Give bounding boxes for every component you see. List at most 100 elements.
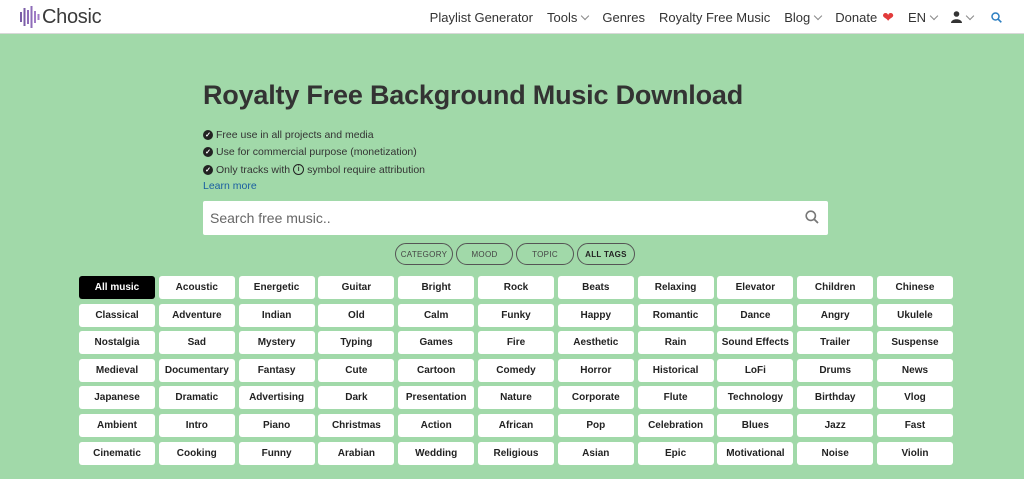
search-button[interactable] xyxy=(805,210,819,229)
filter-mood[interactable]: MOOD xyxy=(456,243,513,265)
tag-rain[interactable]: Rain xyxy=(637,331,714,355)
tag-cute[interactable]: Cute xyxy=(318,358,395,382)
tag-beats[interactable]: Beats xyxy=(557,276,634,299)
tag-ukulele[interactable]: Ukulele xyxy=(876,303,953,327)
tag-mystery[interactable]: Mystery xyxy=(238,331,315,355)
tag-acoustic[interactable]: Acoustic xyxy=(158,276,235,299)
feature-item: ✓ Use for commercial purpose (monetizati… xyxy=(203,144,425,162)
nav-blog[interactable]: Blog xyxy=(784,10,823,25)
tag-technology[interactable]: Technology xyxy=(717,386,794,410)
tag-lofi[interactable]: LoFi xyxy=(717,358,794,382)
tag-piano[interactable]: Piano xyxy=(238,413,315,437)
tag-motivational[interactable]: Motivational xyxy=(717,441,794,465)
tag-angry[interactable]: Angry xyxy=(797,303,874,327)
language-selector[interactable]: EN xyxy=(908,10,939,25)
tag-news[interactable]: News xyxy=(876,358,953,382)
tag-historical[interactable]: Historical xyxy=(637,358,714,382)
tag-fire[interactable]: Fire xyxy=(477,331,554,355)
tag-happy[interactable]: Happy xyxy=(557,303,634,327)
tag-corporate[interactable]: Corporate xyxy=(557,386,634,410)
tag-aesthetic[interactable]: Aesthetic xyxy=(557,331,634,355)
tag-pop[interactable]: Pop xyxy=(557,413,634,437)
tag-dark[interactable]: Dark xyxy=(318,386,395,410)
nav-donate[interactable]: Donate ❤ xyxy=(835,10,894,25)
nav-item-label: Royalty Free Music xyxy=(659,9,771,25)
tag-classical[interactable]: Classical xyxy=(79,303,155,327)
chosic-logo[interactable]: Chosic xyxy=(20,4,102,30)
tag-african[interactable]: African xyxy=(477,413,554,437)
tag-bright[interactable]: Bright xyxy=(398,276,475,299)
tag-dance[interactable]: Dance xyxy=(717,303,794,327)
nav-genres[interactable]: Genres xyxy=(602,10,645,25)
tag-old[interactable]: Old xyxy=(318,303,395,327)
tag-indian[interactable]: Indian xyxy=(238,303,315,327)
tag-flute[interactable]: Flute xyxy=(637,386,714,410)
filter-topic[interactable]: TOPIC xyxy=(516,243,574,265)
tag-intro[interactable]: Intro xyxy=(158,413,235,437)
tag-chinese[interactable]: Chinese xyxy=(876,276,953,299)
tag-japanese[interactable]: Japanese xyxy=(79,386,155,410)
tag-energetic[interactable]: Energetic xyxy=(238,276,315,299)
tag-all-music[interactable]: All music xyxy=(79,276,155,299)
tag-cooking[interactable]: Cooking xyxy=(158,441,235,465)
tag-grid: All music Acoustic Energetic Guitar Bright Ro… xyxy=(79,276,954,465)
tag-typing[interactable]: Typing xyxy=(318,331,395,355)
tag-romantic[interactable]: Romantic xyxy=(637,303,714,327)
nav-tools[interactable]: Tools xyxy=(547,10,590,25)
tag-trailer[interactable]: Trailer xyxy=(797,331,874,355)
tag-epic[interactable]: Epic xyxy=(637,441,714,465)
tag-violin[interactable]: Violin xyxy=(876,441,953,465)
tag-wedding[interactable]: Wedding xyxy=(398,441,475,465)
tag-games[interactable]: Games xyxy=(398,331,475,355)
tag-fast[interactable]: Fast xyxy=(876,413,953,437)
tag-sound-effects[interactable]: Sound Effects xyxy=(717,331,794,355)
tag-presentation[interactable]: Presentation xyxy=(398,386,475,410)
tag-horror[interactable]: Horror xyxy=(557,358,634,382)
nav-playlist-generator[interactable]: Playlist Generator xyxy=(430,10,533,25)
tag-noise[interactable]: Noise xyxy=(797,441,874,465)
tag-comedy[interactable]: Comedy xyxy=(477,358,554,382)
tag-action[interactable]: Action xyxy=(398,413,475,437)
filter-category[interactable]: CATEGORY xyxy=(395,243,453,265)
tag-sad[interactable]: Sad xyxy=(158,331,235,355)
filter-all-tags[interactable]: ALL TAGS xyxy=(577,243,635,265)
search-icon xyxy=(805,210,819,224)
tag-documentary[interactable]: Documentary xyxy=(158,358,235,382)
learn-more-link[interactable]: Learn more xyxy=(203,180,257,192)
tag-rock[interactable]: Rock xyxy=(477,276,554,299)
tag-elevator[interactable]: Elevator xyxy=(717,276,794,299)
tag-jazz[interactable]: Jazz xyxy=(797,413,874,437)
tag-vlog[interactable]: Vlog xyxy=(876,386,953,410)
tag-religious[interactable]: Religious xyxy=(477,441,554,465)
tag-suspense[interactable]: Suspense xyxy=(876,331,953,355)
tag-relaxing[interactable]: Relaxing xyxy=(637,276,714,299)
tag-medieval[interactable]: Medieval xyxy=(79,358,155,382)
check-circle-icon: ✓ xyxy=(203,129,213,140)
tag-nature[interactable]: Nature xyxy=(477,386,554,410)
search-input[interactable] xyxy=(203,203,783,233)
tag-christmas[interactable]: Christmas xyxy=(318,413,395,437)
nav-royalty-free-music[interactable]: Royalty Free Music xyxy=(659,10,770,25)
user-menu[interactable] xyxy=(951,11,975,23)
tag-fantasy[interactable]: Fantasy xyxy=(238,358,315,382)
tag-drums[interactable]: Drums xyxy=(797,358,874,382)
tag-cartoon[interactable]: Cartoon xyxy=(398,358,475,382)
tag-funny[interactable]: Funny xyxy=(238,441,315,465)
tag-funky[interactable]: Funky xyxy=(477,303,554,327)
tag-calm[interactable]: Calm xyxy=(398,303,475,327)
tag-blues[interactable]: Blues xyxy=(717,413,794,437)
tag-children[interactable]: Children xyxy=(797,276,874,299)
tag-adventure[interactable]: Adventure xyxy=(158,303,235,327)
nav-search-button[interactable] xyxy=(991,11,1002,23)
tag-celebration[interactable]: Celebration xyxy=(637,413,714,437)
tag-nostalgia[interactable]: Nostalgia xyxy=(79,331,155,355)
tag-dramatic[interactable]: Dramatic xyxy=(158,386,235,410)
tag-guitar[interactable]: Guitar xyxy=(318,276,395,299)
tag-advertising[interactable]: Advertising xyxy=(238,386,315,410)
tag-ambient[interactable]: Ambient xyxy=(79,413,155,437)
logo-icon xyxy=(20,6,40,28)
tag-birthday[interactable]: Birthday xyxy=(797,386,874,410)
tag-asian[interactable]: Asian xyxy=(557,441,634,465)
tag-cinematic[interactable]: Cinematic xyxy=(79,441,155,465)
tag-arabian[interactable]: Arabian xyxy=(318,441,395,465)
